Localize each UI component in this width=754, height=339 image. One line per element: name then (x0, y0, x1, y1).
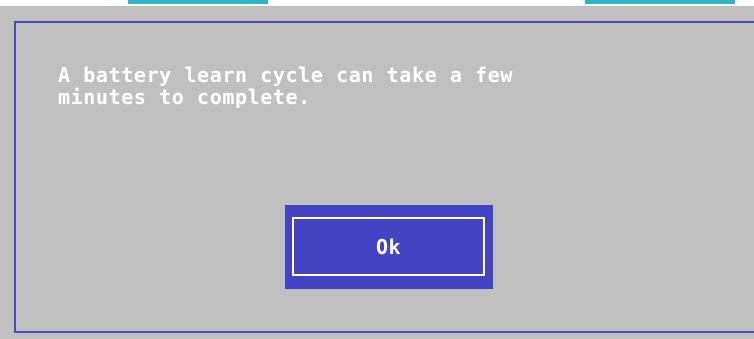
ok-button[interactable]: Ok (285, 205, 493, 289)
dialog-message: A battery learn cycle can take a few min… (58, 63, 514, 109)
message-dialog: A battery learn cycle can take a few min… (0, 6, 754, 339)
ok-button-label: Ok (375, 234, 402, 259)
top-tab-right (585, 0, 735, 4)
top-tab-left (128, 0, 268, 4)
screen: A battery learn cycle can take a few min… (0, 0, 754, 339)
ok-button-focus-frame: Ok (292, 217, 485, 276)
